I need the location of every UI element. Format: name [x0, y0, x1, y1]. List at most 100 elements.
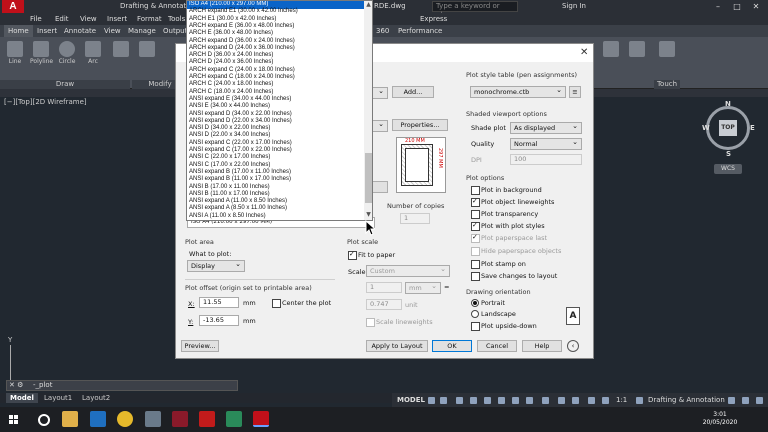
model-space-toggle[interactable]: MODEL [397, 396, 425, 404]
ok-button[interactable]: OK [432, 340, 472, 352]
otrack-icon[interactable] [498, 397, 505, 404]
edit-plot-style-icon[interactable]: ≡ [569, 86, 581, 98]
tab-output[interactable]: Output [163, 27, 187, 35]
scale-lineweights-checkbox[interactable]: Scale lineweights [366, 318, 433, 327]
scale-unit-select[interactable]: mm [405, 281, 441, 294]
plot-object-lineweights-checkbox[interactable]: Plot object lineweights [471, 197, 554, 207]
polar-icon[interactable] [470, 397, 477, 404]
windows-start-icon[interactable] [9, 415, 19, 425]
menu-edit[interactable]: Edit [55, 15, 69, 23]
tab-home[interactable]: Home [4, 25, 33, 37]
scroll-up-icon[interactable]: ▲ [365, 1, 372, 8]
viewport-controls[interactable]: [−][Top][2D Wireframe] [4, 98, 87, 106]
layer-tool[interactable] [600, 41, 622, 63]
grid-icon[interactable] [428, 397, 435, 404]
cancel-button[interactable]: Cancel [477, 340, 517, 352]
dialog-close-icon[interactable]: ✕ [580, 47, 588, 58]
wcs-menu[interactable]: WCS [714, 164, 742, 174]
tab-manage[interactable]: Manage [128, 27, 156, 35]
tab-performance[interactable]: Performance [398, 27, 442, 35]
menu-insert[interactable]: Insert [107, 15, 127, 23]
ortho-icon[interactable] [456, 397, 463, 404]
save-changes-to-layout-checkbox[interactable]: Save changes to layout [471, 272, 557, 281]
portrait-radio[interactable]: Portrait [471, 299, 505, 307]
collapse-icon[interactable]: ‹ [567, 340, 579, 352]
hardware-icon[interactable] [742, 397, 749, 404]
viewcube[interactable]: TOP N S E W WCS [700, 100, 756, 180]
paper-list-scrollbar[interactable]: ▲ ▼ [364, 1, 372, 220]
circle-tool[interactable]: Circle [56, 41, 78, 65]
paper-size-stub[interactable] [372, 181, 388, 193]
fit-to-paper-checkbox[interactable]: Fit to paper [348, 250, 395, 260]
snap-icon[interactable] [440, 397, 447, 404]
paper-size-dropdown[interactable]: ISO A4 (210.00 x 297.00 MM) ARCH expand E… [186, 0, 373, 221]
menu-express[interactable]: Express [420, 15, 447, 23]
select-mode-tool[interactable] [656, 41, 678, 63]
help-button[interactable]: Help [522, 340, 562, 352]
media-player-icon[interactable] [172, 411, 188, 427]
maximize-icon[interactable]: □ [731, 1, 743, 12]
offset-y-input[interactable]: -13.65 [199, 315, 239, 326]
file-explorer-icon[interactable] [62, 411, 78, 427]
selection-cycling-icon[interactable] [542, 397, 549, 404]
dynamic-ucs-icon[interactable] [572, 397, 579, 404]
workspace-gear-icon[interactable] [636, 397, 643, 404]
menu-file[interactable]: File [30, 15, 42, 23]
what-to-plot-select[interactable]: Display [187, 259, 245, 272]
search-input[interactable]: Type a keyword or phrase [432, 1, 518, 19]
plot-in-background-checkbox[interactable]: Plot in background [471, 186, 542, 195]
command-close-icon[interactable]: ✕ ⚙ [9, 381, 23, 390]
scale-denominator-input[interactable]: 0.747 [366, 299, 402, 310]
hide-paperspace-objects-checkbox[interactable]: Hide paperspace objects [471, 247, 561, 256]
scroll-down-icon[interactable]: ▼ [365, 211, 372, 218]
3d-osnap-icon[interactable] [558, 397, 565, 404]
annotation-scale-icon[interactable] [602, 397, 609, 404]
view-tool[interactable] [626, 41, 648, 63]
edge-icon[interactable] [90, 411, 106, 427]
polyline-tool[interactable]: Polyline [30, 41, 53, 65]
plot-style-select[interactable]: monochrome.ctb [470, 85, 566, 98]
clock[interactable]: 3:01 20/05/2020 [700, 411, 740, 427]
tab-model[interactable]: Model [6, 393, 38, 403]
paper-size-option[interactable]: ANSI A (11.00 x 8.50 Inches) [187, 213, 364, 220]
plot-with-plot-styles-checkbox[interactable]: Plot with plot styles [471, 221, 545, 231]
copy-tool[interactable] [136, 41, 158, 63]
tab-layout2[interactable]: Layout2 [78, 393, 114, 403]
minimize-icon[interactable]: – [712, 1, 724, 12]
offset-x-input[interactable]: 11.55 [199, 297, 239, 308]
autocad-taskbar-icon[interactable] [253, 411, 269, 427]
plot-stamp-on-checkbox[interactable]: Plot stamp on [471, 260, 526, 269]
tab-insert[interactable]: Insert [37, 27, 57, 35]
command-line[interactable]: ✕ ⚙ -_plot [6, 380, 238, 391]
center-plot-checkbox[interactable]: Center the plot [272, 299, 331, 308]
scrollbar-thumb[interactable] [365, 153, 372, 203]
copies-input[interactable]: 1 [400, 213, 430, 224]
chrome-icon[interactable] [117, 411, 133, 427]
app-icon[interactable] [226, 411, 242, 427]
menu-tools[interactable]: Tools [168, 15, 185, 23]
preview-button[interactable]: Preview... [181, 340, 219, 352]
autocad-logo[interactable]: A [2, 0, 24, 13]
transparency-icon[interactable] [526, 397, 533, 404]
move-tool[interactable] [110, 41, 132, 63]
camera-icon[interactable] [145, 411, 161, 427]
tab-annotate[interactable]: Annotate [64, 27, 96, 35]
sign-in-button[interactable]: Sign In [562, 2, 586, 10]
apply-to-layout-button[interactable]: Apply to Layout [366, 340, 428, 352]
annotation-scale[interactable]: 1:1 [616, 396, 627, 404]
tab-360[interactable]: 360 [376, 27, 389, 35]
printer-select[interactable] [372, 86, 388, 99]
plot-paperspace-last-checkbox[interactable]: Plot paperspace last [471, 233, 547, 243]
customize-icon[interactable] [756, 397, 763, 404]
scale-select[interactable]: Custom [366, 264, 450, 277]
plot-upside-down-checkbox[interactable]: Plot upside-down [471, 322, 537, 331]
properties-button[interactable]: Properties... [392, 119, 448, 131]
dpi-input[interactable]: 100 [510, 154, 582, 165]
close-icon[interactable]: ✕ [750, 1, 762, 12]
menu-format[interactable]: Format [137, 15, 162, 23]
printer-name-select[interactable] [372, 119, 388, 132]
plot-transparency-checkbox[interactable]: Plot transparency [471, 210, 538, 219]
search-icon[interactable] [38, 414, 50, 426]
landscape-radio[interactable]: Landscape [471, 310, 516, 318]
annotation-visibility-icon[interactable] [588, 397, 595, 404]
